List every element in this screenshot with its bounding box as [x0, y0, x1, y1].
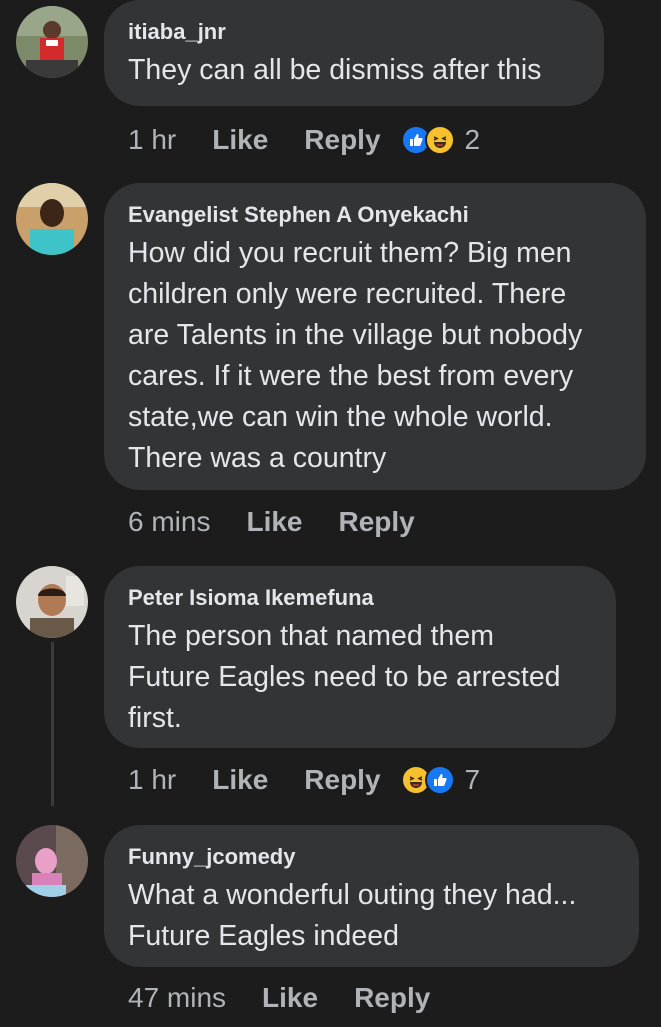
comment-author[interactable]: Funny_jcomedy: [128, 843, 615, 871]
comment-text: They can all be dismiss after this: [128, 54, 542, 86]
reactions-summary[interactable]: 7: [400, 764, 481, 796]
like-button[interactable]: Like: [246, 506, 302, 538]
comment-bubble: Peter Isioma Ikemefuna The person that n…: [104, 566, 616, 748]
comment-text: How did you recruit them? Big men childr…: [128, 237, 583, 474]
avatar-evangelist-stephen[interactable]: [16, 183, 88, 255]
reaction-count: 7: [464, 764, 481, 795]
reply-button[interactable]: Reply: [339, 506, 415, 538]
reactions-summary[interactable]: 2: [400, 124, 481, 156]
like-icon: [424, 765, 455, 795]
comment-time[interactable]: 1 hr: [128, 764, 176, 796]
comment-actions: 47 mins Like Reply: [128, 978, 430, 1018]
avatar-funny-jcomedy[interactable]: [16, 825, 88, 897]
comment-actions: 6 mins Like Reply: [128, 502, 415, 542]
comment-bubble: Evangelist Stephen A Onyekachi How did y…: [104, 183, 646, 490]
comment-text: The person that named them Future Eagles…: [128, 620, 561, 734]
comment-time[interactable]: 47 mins: [128, 982, 226, 1014]
comment-bubble: Funny_jcomedy What a wonderful outing th…: [104, 825, 639, 967]
reaction-count: 2: [464, 124, 481, 155]
comment-author[interactable]: Peter Isioma Ikemefuna: [128, 584, 592, 612]
comment-author[interactable]: itiaba_jnr: [128, 18, 580, 46]
comment-time[interactable]: 1 hr: [128, 124, 176, 156]
thread-line: [51, 642, 54, 806]
comment-time[interactable]: 6 mins: [128, 506, 210, 538]
comment-author[interactable]: Evangelist Stephen A Onyekachi: [128, 201, 622, 229]
comment-actions: 1 hr Like Reply 2: [128, 120, 480, 160]
reply-button[interactable]: Reply: [304, 764, 380, 796]
comment-bubble: itiaba_jnr They can all be dismiss after…: [104, 0, 604, 106]
avatar-itiaba-jnr[interactable]: [16, 6, 88, 78]
haha-icon: [424, 125, 455, 155]
like-button[interactable]: Like: [212, 124, 268, 156]
reply-button[interactable]: Reply: [354, 982, 430, 1014]
reply-button[interactable]: Reply: [304, 124, 380, 156]
like-button[interactable]: Like: [212, 764, 268, 796]
like-button[interactable]: Like: [262, 982, 318, 1014]
avatar-peter-isioma[interactable]: [16, 566, 88, 638]
comment-text: What a wonderful outing they had... Futu…: [128, 879, 577, 952]
comment-actions: 1 hr Like Reply 7: [128, 760, 480, 800]
